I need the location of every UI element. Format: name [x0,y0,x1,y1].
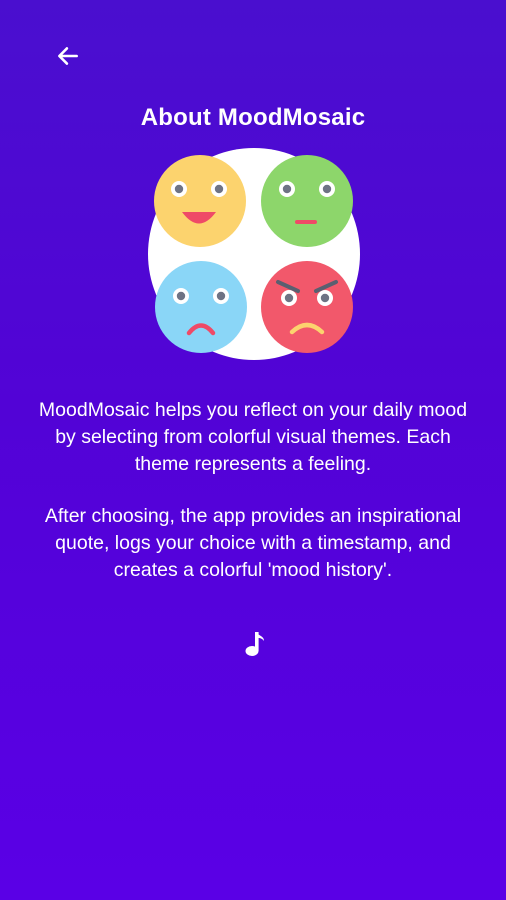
angry-face-icon [261,261,353,353]
neutral-face-icon [261,155,353,247]
description-paragraph-2: After choosing, the app provides an insp… [44,505,462,581]
mood-mosaic-logo-icon [148,148,360,360]
happy-face-icon [154,155,246,247]
sad-face-icon [155,261,247,353]
back-button[interactable] [50,38,86,74]
page-title: About MoodMosaic [140,104,366,131]
arrow-left-icon [58,47,78,65]
music-note-icon [245,632,264,656]
music-toggle-button[interactable] [240,628,268,660]
description-paragraph-1: MoodMosaic helps you reflect on your dai… [38,399,468,475]
mood-mosaic-logo [148,148,360,360]
